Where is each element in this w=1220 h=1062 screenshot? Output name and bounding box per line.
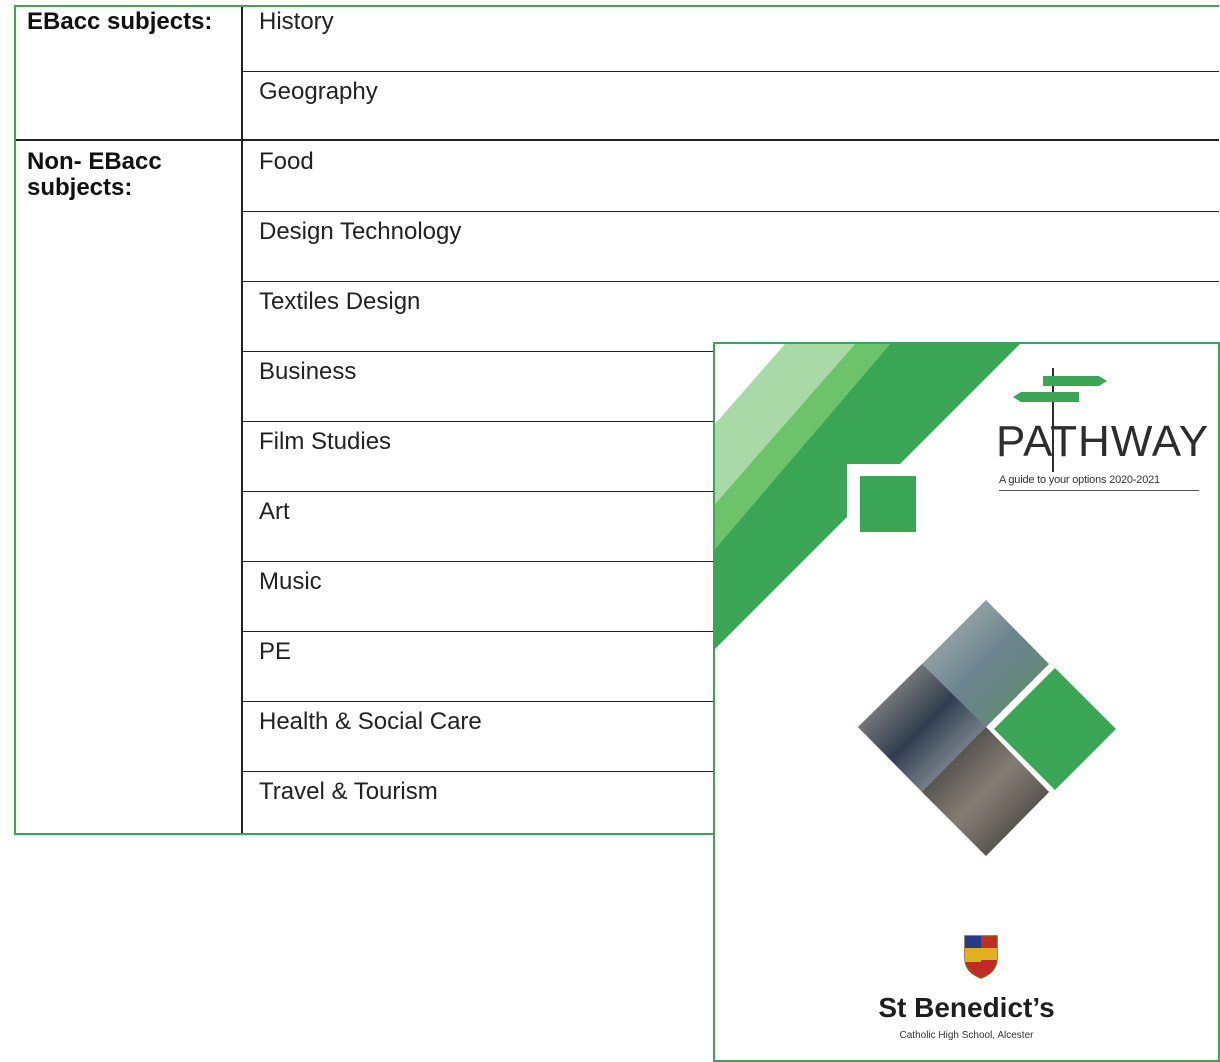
subject-cell: Design Technology	[259, 218, 462, 245]
school-crest-icon	[964, 935, 998, 979]
subject-cell: History	[259, 8, 334, 35]
subject-cell: Health & Social Care	[259, 708, 482, 735]
category-label-non-ebacc: Non- EBacc subjects:	[27, 148, 162, 201]
photo-collage	[858, 600, 1116, 856]
row-divider	[242, 71, 1219, 72]
brochure-subtitle: A guide to your options 2020-2021	[999, 474, 1199, 491]
brochure-cover: PATHWAY A guide to your options 2020-202…	[713, 342, 1220, 1062]
school-name: St Benedict’s	[878, 992, 1055, 1023]
subject-cell: Food	[259, 148, 314, 175]
subject-cell: Geography	[259, 78, 378, 105]
category-label-ebacc: EBacc subjects:	[27, 8, 213, 35]
school-subtitle: Catholic High School, Alcester	[899, 1030, 1034, 1041]
subject-cell: PE	[259, 638, 292, 665]
group-divider	[16, 139, 1219, 141]
row-divider	[242, 281, 1219, 282]
subject-cell: Travel & Tourism	[259, 778, 438, 805]
subject-cell: Art	[259, 498, 290, 525]
subject-cell: Business	[259, 358, 357, 385]
row-divider	[242, 211, 1219, 212]
green-square	[860, 476, 916, 532]
column-divider	[241, 7, 243, 833]
subject-cell: Film Studies	[259, 428, 392, 455]
subject-cell: Textiles Design	[259, 288, 421, 315]
brochure-title: PATHWAY	[996, 417, 1210, 466]
subject-cell: Music	[259, 568, 322, 595]
